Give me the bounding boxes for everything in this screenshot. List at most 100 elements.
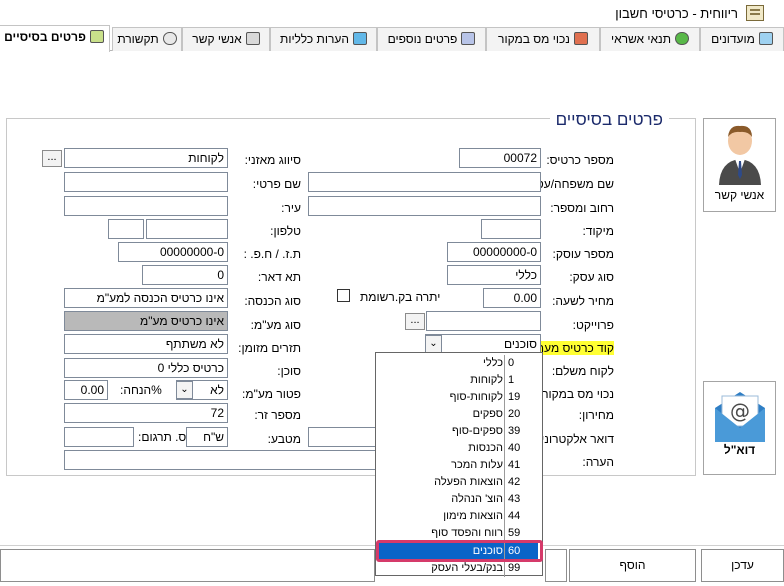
- email-button[interactable]: @ דוא"ל: [703, 381, 776, 475]
- tab-general-notes[interactable]: הערות כלליות: [270, 27, 377, 51]
- income-type-label: סוג הכנסה:: [244, 294, 301, 308]
- money-icon: [675, 32, 690, 45]
- tab-strip: פרטים בסיסיים מועדונים תנאי אשראי נכוי מ…: [0, 25, 784, 52]
- dropdown-item[interactable]: עלות המכר 41: [379, 457, 538, 474]
- document-icon: [461, 32, 476, 45]
- first-name-label: שם פרטי:: [252, 177, 301, 191]
- phone-icon: [162, 32, 177, 45]
- person-icon: [718, 125, 761, 185]
- tab-more-details[interactable]: פרטים נוספים: [377, 27, 486, 51]
- selection-highlight: [376, 540, 543, 562]
- vat-type-label: סוג מע"מ:: [250, 318, 301, 332]
- business-type-input[interactable]: כללי: [447, 265, 541, 285]
- update-button[interactable]: עדכן: [701, 549, 784, 582]
- city-label: עיר:: [281, 201, 301, 215]
- po-box-input[interactable]: 0: [142, 265, 228, 285]
- street-input[interactable]: [308, 196, 541, 216]
- recorded-balance-label: יתרה בק.רשומת: [360, 290, 441, 304]
- dropdown-item[interactable]: כללי 0: [379, 355, 538, 372]
- email-icon: @: [714, 392, 765, 442]
- note-label: הערה:: [582, 455, 614, 469]
- system-card-code-select[interactable]: סוכנים: [425, 334, 541, 354]
- card-number-label: מספר כרטיס:: [546, 153, 614, 167]
- dropdown-item[interactable]: לקוחות 1: [379, 372, 538, 389]
- id-number-input[interactable]: 00000000-0: [118, 242, 228, 262]
- translation-input[interactable]: [64, 427, 134, 447]
- vat-type-input: אינו כרטיס מע"מ: [64, 311, 228, 331]
- translation-label: ס. תרגום:: [138, 430, 187, 444]
- first-name-input[interactable]: [64, 172, 228, 192]
- hammer-icon: [573, 32, 588, 45]
- notebook-icon: [89, 30, 104, 43]
- dropdown-item[interactable]: לקוחות-סוף 19: [379, 389, 538, 406]
- hourly-price-label: מחיר לשעה:: [552, 294, 614, 308]
- dropdown-item[interactable]: הוצאות הפעלה 42: [379, 474, 538, 491]
- bottom-panel-left: [0, 549, 375, 582]
- currency-input[interactable]: ש"ח: [186, 427, 228, 447]
- recorded-balance-checkbox[interactable]: [337, 289, 350, 302]
- contacts-button-label: אנשי קשר: [714, 188, 765, 202]
- balance-class-input[interactable]: לקוחות: [64, 148, 228, 168]
- tab-clubs[interactable]: מועדונים: [700, 27, 784, 51]
- svg-text:@: @: [730, 399, 750, 423]
- city-input[interactable]: [64, 196, 228, 216]
- po-box-label: תא דאר:: [257, 270, 301, 284]
- contacts-icon: [245, 32, 260, 45]
- system-card-code-value: סוכנים: [504, 337, 537, 351]
- currency-label: מטבע:: [267, 432, 301, 446]
- foreign-number-input[interactable]: 72: [64, 403, 228, 423]
- zip-input[interactable]: [481, 219, 541, 239]
- phone-prefix-input[interactable]: [108, 219, 144, 239]
- dropdown-item[interactable]: הוצאות מימון 44: [379, 508, 538, 525]
- project-label: פרוייקט:: [572, 318, 614, 332]
- tab-communication[interactable]: תקשורת: [112, 27, 182, 51]
- dropdown-item[interactable]: הכנסות 40: [379, 440, 538, 457]
- phone-input[interactable]: [146, 219, 228, 239]
- add-button[interactable]: הוסף: [569, 549, 696, 582]
- project-browse-button[interactable]: ...: [405, 313, 425, 330]
- paying-customer-label: לקוח משלם:: [551, 364, 614, 378]
- phone-label: טלפון:: [270, 224, 301, 238]
- business-number-label: מספר עוסק:: [552, 247, 614, 261]
- tab-contacts[interactable]: אנשי קשר: [182, 27, 270, 51]
- edit-icon: [352, 32, 367, 45]
- email-label: דואר אלקטרוני:: [537, 432, 614, 446]
- dropdown-item[interactable]: הוצ' הנהלה 43: [379, 491, 538, 508]
- cash-flow-input[interactable]: לא משתתף: [64, 334, 228, 354]
- tab-credit-terms[interactable]: תנאי אשראי: [600, 27, 700, 51]
- dropdown-item[interactable]: בנק/בעלי העסק 99: [379, 560, 538, 577]
- agent-input[interactable]: כרטיס כללי 0: [64, 358, 228, 378]
- vat-exempt-value: לא: [210, 383, 224, 397]
- dropdown-item[interactable]: ספקים-סוף 39: [379, 423, 538, 440]
- card-number-input[interactable]: 00072: [459, 148, 541, 168]
- email-input[interactable]: [308, 427, 376, 447]
- app-icon: [746, 5, 764, 21]
- title-bar: ריווחית - כרטיסי חשבון: [0, 0, 784, 26]
- image-icon: [758, 32, 773, 45]
- project-input[interactable]: [426, 311, 541, 331]
- price-list-label: מחירון:: [578, 408, 614, 422]
- balance-class-browse-button[interactable]: ...: [42, 150, 62, 167]
- note-input[interactable]: [64, 450, 376, 470]
- dropdown-arrow-icon[interactable]: ⌄: [425, 335, 442, 353]
- business-type-label: סוג עסק:: [569, 270, 614, 284]
- contacts-button[interactable]: אנשי קשר: [703, 118, 776, 212]
- discount-input[interactable]: 0.00: [64, 380, 108, 400]
- vat-exempt-label: פטור מע"מ:: [242, 387, 301, 401]
- discount-label: %הנחה:: [120, 383, 162, 397]
- id-number-label: ת.ז. / ח.פ. :: [243, 247, 301, 261]
- vat-exempt-arrow-icon[interactable]: ⌄: [176, 381, 193, 399]
- tab-basic-details[interactable]: פרטים בסיסיים: [0, 25, 110, 52]
- section-heading: פרטים בסיסיים: [549, 110, 669, 130]
- street-label: רחוב ומספר:: [550, 201, 614, 215]
- tab-withholding-tax[interactable]: נכוי מס במקור: [486, 27, 600, 51]
- zip-label: מיקוד:: [582, 224, 614, 238]
- family-name-input[interactable]: [308, 172, 541, 192]
- foreign-number-label: מספר זר:: [254, 408, 301, 422]
- dropdown-item[interactable]: ספקים 20: [379, 406, 538, 423]
- agent-label: סוכן:: [277, 364, 301, 378]
- business-number-input[interactable]: 00000000-0: [447, 242, 541, 262]
- hourly-price-input[interactable]: 0.00: [483, 288, 541, 308]
- income-type-input[interactable]: אינו כרטיס הכנסה למע"מ: [64, 288, 228, 308]
- window-title: ריווחית - כרטיסי חשבון: [615, 6, 738, 21]
